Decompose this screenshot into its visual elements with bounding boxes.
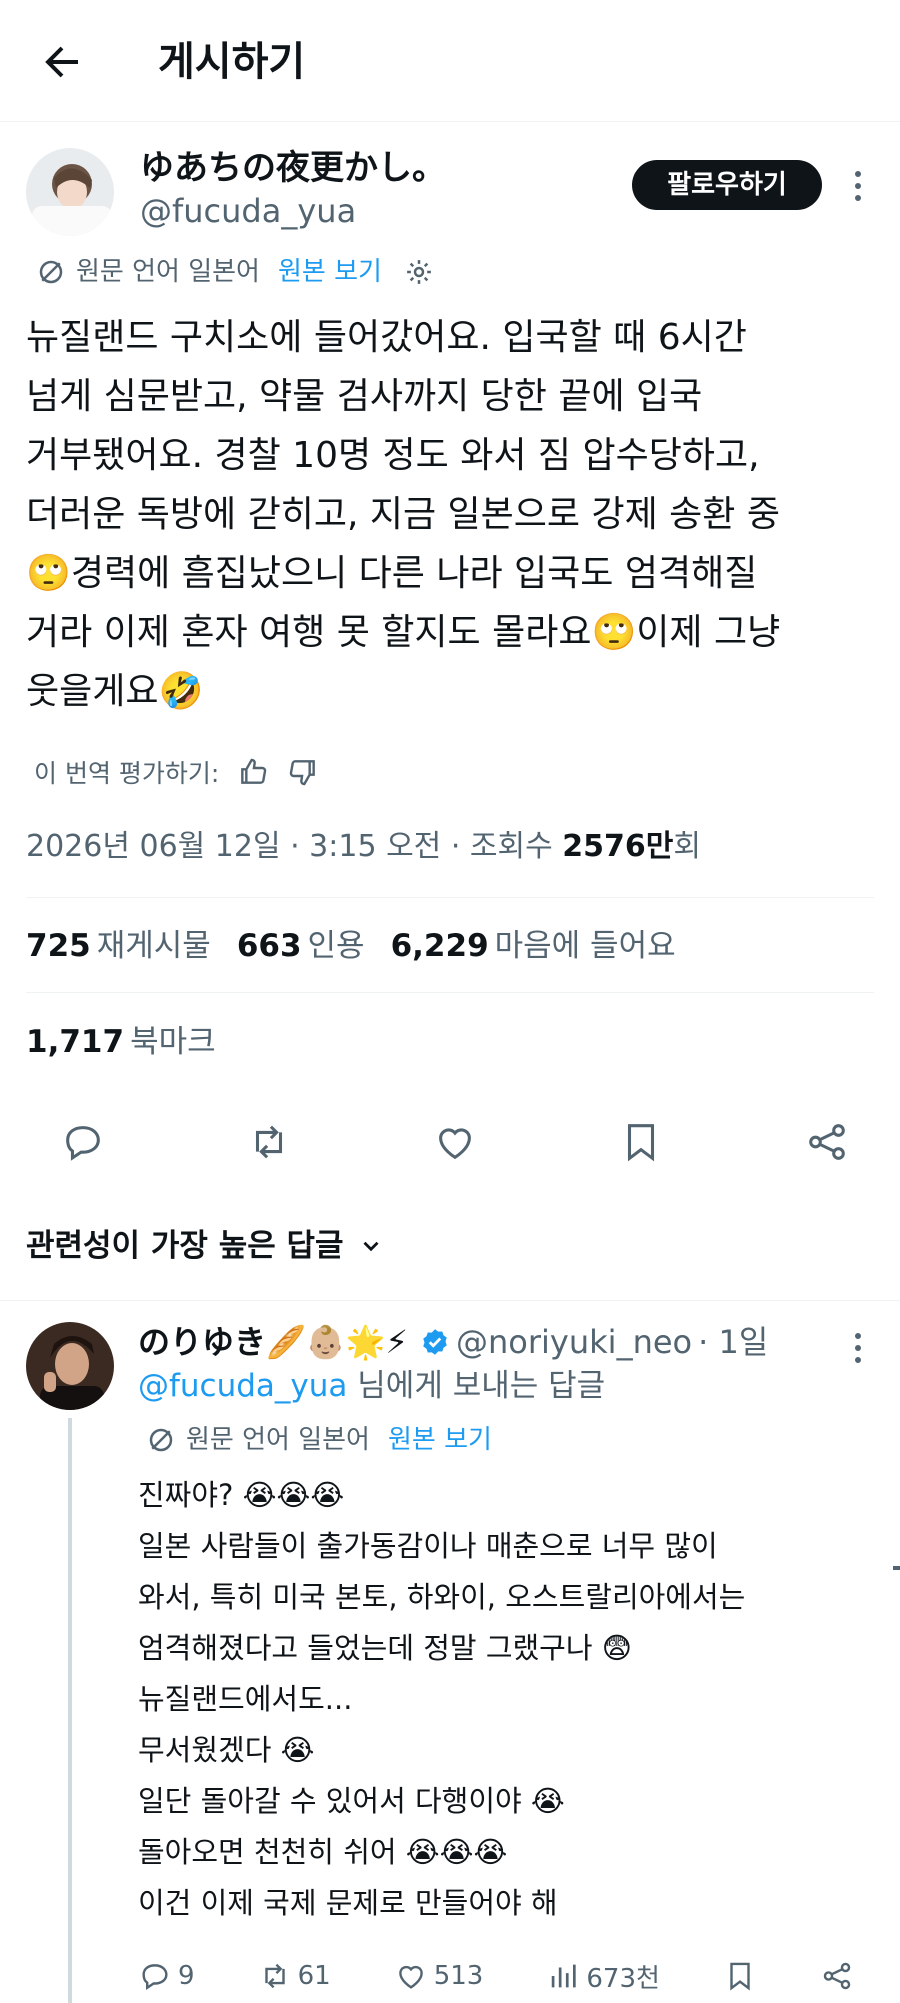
reply-line: 일본 사람들이 출가동감이나 매춘으로 너무 많이 — [138, 1529, 718, 1563]
reply-time: · 1일 — [698, 1323, 769, 1361]
heart-icon[interactable] — [432, 1119, 478, 1165]
like-count: 6,229 — [390, 928, 489, 964]
reply-share-button[interactable] — [820, 1959, 854, 1993]
page-title: 게시하기 — [158, 39, 306, 85]
engagement-stats: 725 재게시물 663 인용 6,229 마음에 들어요 — [26, 924, 676, 968]
view-original-link[interactable]: 원본 보기 — [278, 254, 382, 290]
bookmark-stat[interactable]: 1,717 북마크 — [26, 1020, 216, 1064]
like-stat[interactable]: 6,229 마음에 들어요 — [391, 924, 676, 968]
divider — [0, 1300, 900, 1301]
reply-line: 일단 돌아갈 수 있어서 다행이야 😭 — [138, 1784, 565, 1818]
thumbs-up-icon[interactable] — [237, 756, 269, 788]
tweet-line: 넘게 심문받고, 약물 검사까지 당한 끝에 입국 — [26, 376, 703, 417]
reply-author-avatar[interactable] — [26, 1322, 114, 1410]
thumbs-down-icon[interactable] — [287, 756, 319, 788]
replying-to-suffix: 님에게 보내는 답글 — [347, 1368, 606, 1404]
tweet-line: 거부됐어요. 경찰 10명 정도 와서 짐 압수당하고, — [26, 435, 760, 476]
quote-label: 인용 — [307, 928, 365, 964]
author-avatar[interactable] — [26, 148, 114, 236]
reply-author-name[interactable]: のりゆき🥖👶🏼🌟⚡ — [138, 1320, 408, 1364]
view-count: 2576만 — [562, 829, 674, 864]
share-icon — [820, 1959, 854, 1993]
translate-icon — [146, 1425, 176, 1455]
reply-reply-button[interactable]: 9 — [138, 1959, 195, 1993]
reply-like-count: 513 — [433, 1961, 484, 1991]
tweet-meta: 2026년 06월 12일 · 3:15 오전 · 조회수 2576만회 — [26, 826, 701, 868]
reply-icon[interactable] — [60, 1119, 106, 1165]
reply-line: 뉴질랜드에서도... — [138, 1682, 353, 1716]
reply-line: 무서웠겠다 😭 — [138, 1733, 315, 1767]
rate-translation-label: 이 번역 평가하기: — [34, 759, 220, 788]
view-count-unit: 회 — [673, 829, 701, 864]
reply-action-bar: 9 61 513 673천 — [138, 1952, 854, 2000]
reply-author-handle[interactable]: @noriyuki_neo — [456, 1320, 692, 1364]
reply-line: 이건 이제 국제 문제로 만들어야 해 — [138, 1886, 558, 1920]
reply-more-options-icon[interactable] — [848, 1328, 868, 1368]
reply-header: のりゆき🥖👶🏼🌟⚡ @noriyuki_neo · 1일 — [138, 1320, 768, 1364]
reply-translation-notice: 원문 언어 일본어 원본 보기 — [146, 1422, 492, 1458]
quote-count: 663 — [236, 928, 302, 964]
reply-bookmark-button[interactable] — [723, 1959, 757, 1993]
tweet-line: 거라 이제 혼자 여행 못 할지도 몰라요🙄이제 그냥 — [26, 612, 781, 653]
retweet-stat[interactable]: 725 재게시물 — [26, 924, 211, 968]
retweet-icon[interactable] — [246, 1119, 292, 1165]
author-handle[interactable]: @fucuda_yua — [140, 190, 356, 232]
reply-sort-dropdown[interactable]: 관련성이 가장 높은 답글 — [26, 1224, 384, 1268]
back-arrow-icon[interactable] — [38, 38, 86, 86]
reply-icon — [138, 1959, 172, 1993]
tweet-line: 웃을게요🤣 — [26, 671, 204, 712]
tweet-text: 뉴질랜드 구치소에 들어갔어요. 입국할 때 6시간 넘게 심문받고, 약물 검… — [26, 308, 876, 721]
reply-views-button[interactable]: 673천 — [546, 1958, 660, 1995]
reply-reply-count: 9 — [178, 1961, 195, 1991]
author-name[interactable]: ゆあちの夜更かし。 — [140, 146, 446, 190]
tweet-line: 뉴질랜드 구치소에 들어갔어요. 입국할 때 6시간 — [26, 317, 747, 358]
retweet-label: 재게시물 — [96, 928, 211, 964]
tweet-line: 더러운 독방에 갇히고, 지금 일본으로 강제 송환 중 — [26, 494, 780, 535]
divider — [26, 992, 874, 993]
reply-retweet-count: 61 — [297, 1961, 331, 1991]
reply-view-original-link[interactable]: 원본 보기 — [388, 1422, 492, 1458]
replying-to-handle[interactable]: @fucuda_yua — [138, 1368, 347, 1404]
analytics-bars-icon — [546, 1959, 580, 1993]
reply-original-language-label: 원문 언어 일본어 — [186, 1425, 370, 1455]
reply-retweet-button[interactable]: 61 — [258, 1959, 331, 1993]
reply-line: 엄격해졌다고 들었는데 정말 그랬구나 😨 — [138, 1631, 632, 1665]
bookmark-icon[interactable] — [618, 1119, 664, 1165]
translate-icon — [36, 257, 66, 287]
tweet-datetime: 2026년 06월 12일 · 3:15 오전 · 조회수 — [26, 829, 563, 864]
top-bar — [0, 0, 900, 122]
settings-gear-icon[interactable] — [404, 257, 434, 287]
quote-stat[interactable]: 663 인용 — [237, 924, 365, 968]
bookmark-label: 북마크 — [130, 1024, 216, 1060]
retweet-count: 725 — [26, 928, 91, 964]
original-language-label: 원문 언어 일본어 — [76, 257, 260, 287]
reply-view-count: 673천 — [586, 1963, 660, 1994]
bookmark-icon — [723, 1959, 757, 1993]
reply-line: 돌아오면 천천히 쉬어 😭😭😭 — [138, 1835, 508, 1869]
thread-connector-line — [68, 1418, 72, 2003]
translation-notice: 원문 언어 일본어 원본 보기 — [36, 254, 434, 290]
share-icon[interactable] — [804, 1119, 850, 1165]
reply-text: 진짜야? 😭😭😭 일본 사람들이 출가동감이나 매춘으로 너무 많이 와서, 특… — [138, 1470, 878, 1929]
heart-icon — [394, 1959, 428, 1993]
chevron-down-icon — [358, 1233, 384, 1259]
reply-line: 와서, 특히 미국 본토, 하와이, 오스트랄리아에서는 — [138, 1580, 746, 1614]
follow-button[interactable]: 팔로우하기 — [632, 160, 822, 210]
verified-badge-icon — [420, 1327, 450, 1357]
rate-translation-row: 이 번역 평가하기: — [34, 754, 319, 790]
reply-line: 진짜야? 😭😭😭 — [138, 1478, 345, 1512]
reply-like-button[interactable]: 513 — [394, 1959, 484, 1993]
divider — [26, 897, 874, 898]
scrollbar-indicator[interactable] — [893, 1566, 900, 1570]
like-label: 마음에 들어요 — [494, 928, 676, 964]
retweet-icon — [258, 1959, 292, 1993]
reply-sort-label: 관련성이 가장 높은 답글 — [26, 1228, 344, 1264]
tweet-line: 🙄경력에 흠집났으니 다른 나라 입국도 엄격해질 — [26, 553, 758, 594]
tweet-action-bar — [60, 1112, 850, 1172]
bookmark-count: 1,717 — [26, 1024, 125, 1060]
more-options-icon[interactable] — [848, 166, 868, 206]
replying-to-line: @fucuda_yua 님에게 보내는 답글 — [138, 1364, 605, 1408]
